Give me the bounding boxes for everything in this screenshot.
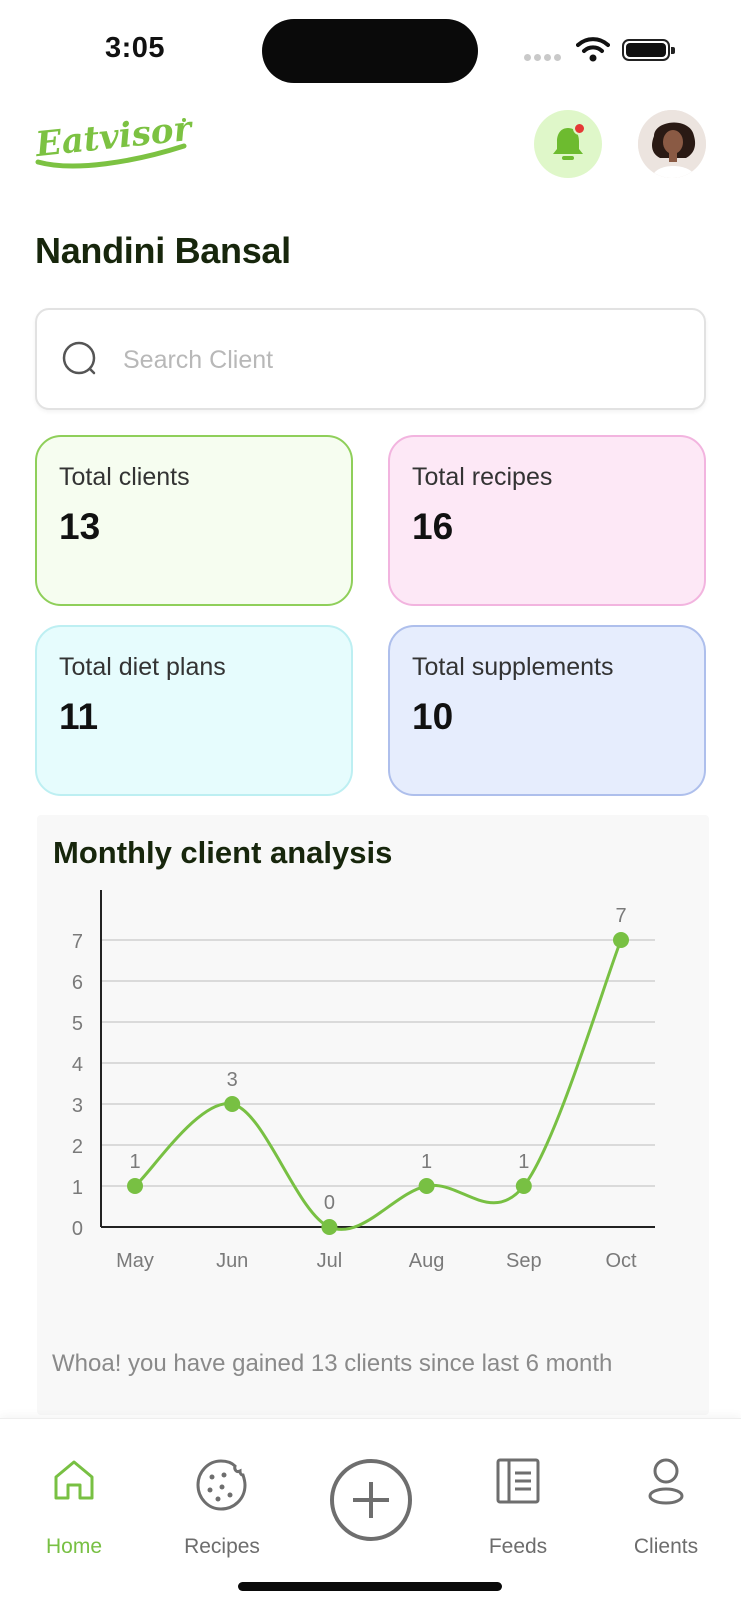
chart-title: Monthly client analysis [53,835,393,870]
data-label: 7 [615,905,626,927]
cookie-icon [196,1459,247,1511]
notification-button[interactable] [534,110,602,178]
page-title: Nandini Bansal [35,230,291,271]
x-tick-label: May [116,1250,154,1272]
tab-clients[interactable]: Clients [606,1419,726,1569]
stat-value: 16 [412,506,454,547]
battery-icon [622,39,675,61]
tab-home[interactable]: Home [14,1419,134,1569]
stat-value: 11 [59,696,99,737]
tab-label: Recipes [184,1535,260,1558]
tab-feeds[interactable]: Feeds [458,1419,578,1569]
x-tick-label: Aug [409,1250,445,1272]
data-point [321,1219,338,1235]
data-point [224,1096,241,1112]
avatar-image [638,110,706,178]
search-icon [62,341,96,375]
status-time: 3:05 [105,32,166,64]
x-tick-label: Jul [317,1250,343,1272]
eatvisor-logo[interactable]: Eatvisor [34,110,194,174]
stat-value: 13 [59,506,101,547]
stat-label: Total clients [59,463,190,491]
data-label: 1 [518,1151,529,1173]
y-tick-label: 5 [72,1013,83,1035]
signal-icon [524,54,564,62]
stat-value: 10 [412,696,454,737]
wifi-icon [576,37,610,62]
x-tick-label: Oct [605,1250,637,1272]
data-point [418,1178,435,1194]
tab-recipes[interactable]: Recipes [162,1419,282,1569]
stat-label: Total supplements [412,653,614,681]
stat-card-total-clients[interactable]: Total clients 13 [35,435,353,606]
y-tick-label: 6 [72,972,83,994]
line-chart: 0 1 2 3 4 5 6 7 May Jun Jul Aug Sep Oct 1 3 0 1 1 7 [72,890,655,1272]
bottom-tab-bar: Home Recipes Feeds Clients [0,1418,741,1604]
data-point [613,932,629,948]
data-label: 1 [421,1151,432,1173]
y-tick-label: 3 [72,1095,83,1117]
y-tick-label: 4 [72,1054,83,1076]
data-point [515,1178,532,1194]
stat-card-total-recipes[interactable]: Total recipes 16 [388,435,706,606]
data-point [127,1178,143,1194]
tab-label: Home [45,1535,103,1558]
stat-label: Total diet plans [59,653,226,681]
monthly-client-analysis-panel: Monthly client analysis 0 1 2 3 4 5 6 7 May Jun Ju… [37,815,709,1415]
add-button[interactable] [330,1459,412,1541]
tab-label: Clients [633,1535,699,1558]
dynamic-island [262,19,478,83]
tab-label: Feeds [488,1535,548,1558]
svg-text:Eatvisor: Eatvisor [34,110,194,165]
y-tick-label: 2 [72,1136,83,1158]
stat-card-total-diet-plans[interactable]: Total diet plans 11 [35,625,353,796]
chart-summary-text: Whoa! you have gained 13 clients since l… [52,1350,613,1377]
home-indicator [238,1582,502,1591]
x-tick-label: Sep [506,1250,542,1272]
document-icon [496,1458,540,1504]
profile-avatar[interactable] [638,110,706,178]
x-tick-label: Jun [216,1250,248,1272]
data-label: 3 [227,1069,238,1091]
data-label: 1 [129,1151,140,1173]
stat-label: Total recipes [412,463,553,491]
data-label: 0 [324,1192,335,1214]
y-tick-label: 0 [72,1218,83,1240]
home-icon [54,1460,94,1500]
y-tick-label: 7 [72,931,83,953]
notification-badge [573,122,586,135]
search-input[interactable] [123,338,683,382]
y-tick-label: 1 [72,1177,83,1199]
person-icon [648,1458,684,1505]
stat-card-total-supplements[interactable]: Total supplements 10 [388,625,706,796]
search-box[interactable] [35,308,706,410]
status-bar: 3:05 [0,0,741,100]
